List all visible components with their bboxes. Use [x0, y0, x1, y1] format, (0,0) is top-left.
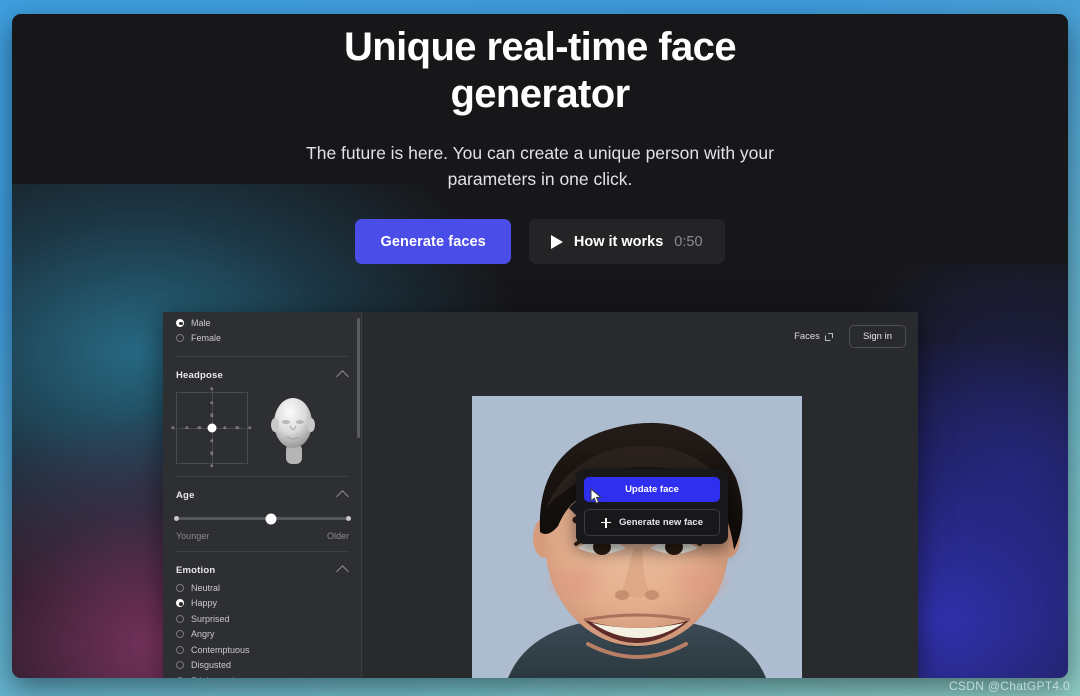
gender-option-male[interactable]: Male	[176, 315, 349, 331]
hero-card: Unique real-time face generator The futu…	[12, 14, 1068, 678]
emotion-option-label: Happy	[191, 598, 218, 609]
face-actions-popup: Update face Generate new face	[576, 469, 728, 544]
page-title: Unique real-time face generator	[344, 25, 737, 116]
head-3d-preview-icon	[262, 390, 324, 466]
radio-icon	[176, 676, 184, 678]
age-slider-min-cap	[174, 516, 179, 521]
watermark: CSDN @ChatGPT4.0	[948, 679, 1070, 693]
headpose-dot[interactable]	[210, 387, 214, 391]
emotion-option-angry[interactable]: Angry	[176, 627, 349, 643]
radio-icon	[176, 334, 184, 343]
gender-option-female[interactable]: Female	[176, 331, 349, 347]
headpose-grid[interactable]	[171, 387, 252, 468]
app-stage: Faces Sign in Update face Generate new f…	[362, 312, 918, 678]
headpose-control[interactable]	[171, 387, 349, 468]
emotion-section-header[interactable]: Emotion	[176, 552, 349, 578]
headpose-dot[interactable]	[171, 426, 175, 430]
emotion-option-label: Disgusted	[191, 660, 232, 671]
emotion-options: Neutral Happy Surprised Angry Contemptuo…	[176, 576, 349, 678]
emotion-option-happy[interactable]: Happy	[176, 596, 349, 612]
emotion-option-contemptuous[interactable]: Contemptuous	[176, 642, 349, 658]
update-face-button[interactable]: Update face	[584, 477, 720, 502]
headpose-title: Headpose	[176, 369, 224, 381]
how-it-works-duration: 0:50	[674, 233, 703, 250]
how-it-works-label: How it works	[573, 233, 664, 250]
generate-faces-button[interactable]: Generate faces	[355, 219, 511, 264]
radio-icon	[176, 599, 184, 608]
play-icon	[550, 234, 563, 249]
page-subtitle: The future is here. You can create a uni…	[306, 143, 774, 189]
external-link-icon	[824, 332, 833, 341]
app-topbar: Faces Sign in	[794, 325, 906, 348]
headpose-handle[interactable]	[207, 423, 217, 433]
emotion-option-label: Neutral	[191, 582, 221, 593]
gender-option-label: Male	[191, 317, 211, 328]
chevron-up-icon[interactable]	[336, 490, 349, 503]
app-screenshot: Male Female Headpose Age Younger Older E…	[163, 312, 918, 678]
headpose-dot[interactable]	[197, 426, 202, 430]
faces-link-label: Faces	[794, 331, 820, 342]
emotion-option-disgusted[interactable]: Disgusted	[176, 658, 349, 674]
emotion-option-label: Contemptuous	[191, 644, 250, 655]
emotion-option-frightened[interactable]: Frightened	[176, 673, 349, 678]
radio-icon	[176, 318, 184, 327]
age-slider-max-cap	[346, 516, 351, 521]
gender-group: Male Female	[176, 312, 349, 346]
age-title: Age	[176, 489, 195, 501]
radio-icon	[176, 661, 184, 670]
headpose-dot[interactable]	[210, 401, 214, 405]
app-sidebar: Male Female Headpose Age Younger Older E…	[163, 312, 362, 678]
radio-icon	[176, 614, 184, 623]
radio-icon	[176, 645, 184, 654]
age-max-label: Older	[326, 531, 349, 541]
page-background: Unique real-time face generator The futu…	[0, 0, 1080, 696]
headpose-dot[interactable]	[185, 426, 189, 430]
emotion-title: Emotion	[176, 564, 216, 576]
age-section-header[interactable]: Age	[176, 477, 349, 503]
emotion-option-label: Frightened	[191, 676, 234, 678]
headpose-dot[interactable]	[210, 464, 214, 468]
headpose-dot[interactable]	[248, 426, 252, 430]
how-it-works-button[interactable]: How it works 0:50	[528, 219, 725, 264]
generate-new-face-button[interactable]: Generate new face	[584, 509, 720, 536]
headpose-dot[interactable]	[210, 438, 214, 443]
emotion-option-neutral[interactable]: Neutral	[176, 580, 349, 596]
emotion-option-label: Surprised	[191, 613, 230, 624]
age-min-label: Younger	[176, 531, 210, 541]
headpose-dot[interactable]	[235, 426, 239, 430]
emotion-option-surprised[interactable]: Surprised	[176, 611, 349, 627]
faces-link[interactable]: Faces	[794, 331, 833, 342]
chevron-up-icon[interactable]	[336, 370, 349, 383]
sidebar-scrollbar[interactable]	[357, 318, 360, 438]
radio-icon	[176, 583, 184, 592]
headpose-dot[interactable]	[222, 426, 227, 430]
cta-row: Generate faces How it works 0:50	[12, 219, 1068, 264]
radio-icon	[176, 630, 184, 639]
age-slider[interactable]	[174, 513, 351, 524]
age-scale-labels: Younger Older	[176, 531, 349, 541]
generate-new-face-label: Generate new face	[619, 517, 703, 528]
age-slider-thumb[interactable]	[265, 513, 277, 524]
sign-in-button[interactable]: Sign in	[848, 325, 906, 348]
hero-text-block: Unique real-time face generator The futu…	[12, 14, 1068, 192]
gender-option-label: Female	[191, 333, 222, 344]
emotion-option-label: Angry	[191, 629, 215, 640]
headpose-dot[interactable]	[210, 451, 214, 455]
plus-icon	[601, 517, 612, 528]
headpose-dot[interactable]	[210, 413, 214, 418]
headpose-section-header[interactable]: Headpose	[176, 357, 349, 383]
